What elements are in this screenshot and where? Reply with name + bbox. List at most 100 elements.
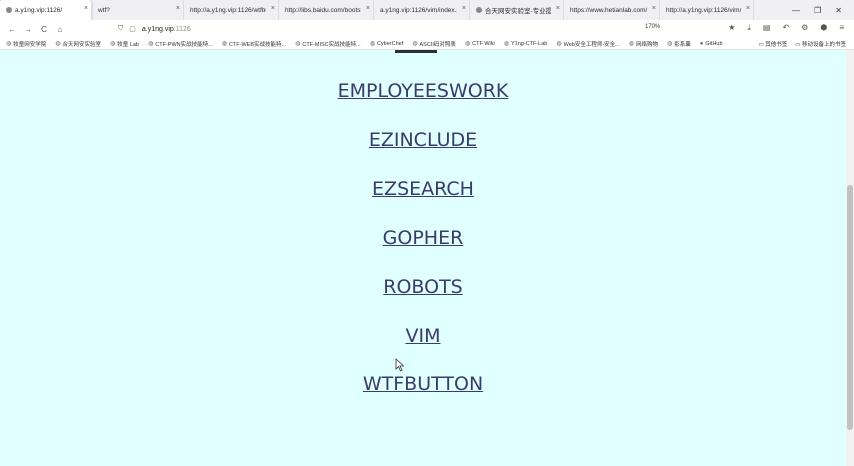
bookmark-item[interactable]: ◍ CTF-WEB实战技能特... <box>222 40 286 48</box>
globe-icon: ◍ <box>110 41 116 47</box>
bookmark-item[interactable]: ◍ CTF Wiki <box>464 40 495 48</box>
bookmark-label: 合天网安实验室 <box>62 41 102 48</box>
bookmark-label: GitHub <box>705 40 723 47</box>
bookmark-item[interactable]: ◍ ASCII码对照表 <box>412 40 456 48</box>
close-tab-icon[interactable]: × <box>366 5 370 12</box>
tab-0[interactable]: a.y1ng.vip:1126/ × <box>0 0 92 20</box>
bookmark-label: CyberChef <box>376 40 404 47</box>
restore-icon[interactable]: ❐ <box>814 6 821 15</box>
close-tab-icon[interactable]: × <box>652 5 656 12</box>
tab-label: wtf? <box>98 6 110 14</box>
close-tab-icon[interactable]: × <box>462 5 466 12</box>
close-tab-icon[interactable]: × <box>271 5 275 12</box>
globe-icon: ◍ <box>464 41 471 47</box>
close-tab-icon[interactable]: × <box>746 5 750 12</box>
globe-icon: ◍ <box>628 41 635 47</box>
link-gopher[interactable]: GOPHER <box>383 227 464 249</box>
download-icon[interactable]: ⤓ <box>747 23 751 33</box>
tab-5[interactable]: 合天网安实验室-专业提供网络 × <box>470 0 564 20</box>
globe-icon: ◍ <box>148 41 154 47</box>
mobile-bookmarks-label: 移动设备上的书签 <box>801 42 846 48</box>
bookmark-label: CTF Wiki <box>472 40 495 47</box>
reload-button[interactable]: C <box>36 25 52 34</box>
library-icon[interactable]: ▤ <box>763 23 771 33</box>
globe-icon: ◍ <box>556 41 562 47</box>
minimize-icon[interactable]: — <box>792 6 800 15</box>
close-tab-icon[interactable]: × <box>84 5 88 12</box>
github-icon: ● <box>699 40 704 47</box>
bookmark-label: 影系囊 <box>674 41 691 48</box>
scrollbar-thumb[interactable] <box>847 185 853 430</box>
link-wtfbutton[interactable]: WTFBUTTON <box>363 373 483 395</box>
bookmark-item[interactable]: ◍ Web安全工程师-安全... <box>556 40 619 48</box>
address-bar[interactable]: ⛉ ▢ a.y1ng.vip:1126 <box>118 22 638 36</box>
vertical-scrollbar[interactable] <box>846 50 854 466</box>
menu-icon[interactable]: ≡ <box>839 23 844 33</box>
tab-6[interactable]: https://www.hetianlab.com/ × <box>564 0 660 20</box>
bookmark-item[interactable]: ◍ 影系囊 <box>667 40 691 48</box>
favicon-icon <box>6 7 12 13</box>
tab-label: a.y1ng.vip:1126/vim/index.php <box>380 6 457 14</box>
globe-icon: ◍ <box>295 41 301 47</box>
bookmark-item[interactable]: ◍ 网络购物 <box>629 40 658 48</box>
bookmarks-right: ▭ 其他书签 ▭ 移动设备上的书签 <box>759 38 847 50</box>
bookmark-item[interactable]: ◍ 牧童 Lab <box>110 40 139 48</box>
other-bookmarks[interactable]: ▭ 其他书签 <box>759 40 788 48</box>
bookmark-label: CTF-MISC实战技能特... <box>302 41 361 48</box>
mobile-bookmarks[interactable]: ▭ 移动设备上的书签 <box>795 40 846 48</box>
navigation-bar: ← → C ⌂ ⛉ ▢ a.y1ng.vip:1126 170% ★ ⤓ ▤ ↶… <box>0 20 854 38</box>
tab-strip: a.y1ng.vip:1126/ × wtf? × http://a.y1ng.vi… <box>0 0 854 20</box>
bookmark-item[interactable]: ◍ 合天网安实验室 <box>55 40 101 48</box>
link-vim[interactable]: VIM <box>406 325 441 347</box>
tab-2[interactable]: http://a.y1ng.vip:1126/wtfbutton × <box>184 0 279 20</box>
list-item: EZSEARCH <box>0 178 846 200</box>
link-employeeswork[interactable]: EMPLOYEESWORK <box>338 80 509 102</box>
extension-icon[interactable]: ⬢ <box>820 23 827 33</box>
folder-icon: ▭ <box>795 42 802 48</box>
link-ezsearch[interactable]: EZSEARCH <box>372 178 474 200</box>
globe-icon: ◍ <box>412 41 418 47</box>
list-item: EMPLOYEESWORK <box>0 80 846 102</box>
globe-icon: ◍ <box>6 41 12 47</box>
bookmarks-bar: ◍ 牧童网安学院 ◍ 合天网安实验室 ◍ 牧童 Lab ◍ CTF-PWN实战技能特..… <box>0 38 854 50</box>
tab-7[interactable]: http://a.y1ng.vip:1126/vim/ × <box>660 0 754 20</box>
bookmark-item[interactable]: ◍ CTF-PWN实战技能特... <box>148 40 213 48</box>
tab-label: http://libs.baidu.com/bootstrap <box>285 6 361 14</box>
bookmark-label: 牧童 Lab <box>117 41 139 48</box>
bookmark-item[interactable]: ◍ CTF-MISC实战技能特... <box>295 40 361 48</box>
heading-underline <box>395 50 437 53</box>
link-robots[interactable]: ROBOTS <box>383 276 462 298</box>
tab-1[interactable]: wtf? × <box>92 0 184 20</box>
tab-label: 合天网安实验室-专业提供网络 <box>485 8 551 15</box>
zoom-level[interactable]: 170% <box>645 24 660 30</box>
bookmark-item[interactable]: ● GitHub <box>700 41 723 47</box>
link-ezinclude[interactable]: EZINCLUDE <box>369 129 477 151</box>
undo-icon[interactable]: ↶ <box>782 23 789 33</box>
globe-icon: ◍ <box>221 41 227 47</box>
bookmark-item[interactable]: ◍ Y1ng-CTF-Lab <box>503 40 548 48</box>
tab-label: http://a.y1ng.vip:1126/vim/ <box>666 6 741 14</box>
close-window-icon[interactable]: ✕ <box>835 6 842 15</box>
close-tab-icon[interactable]: × <box>176 5 180 12</box>
page-info-icon[interactable]: ▢ <box>129 25 136 33</box>
back-button[interactable]: ← <box>4 25 20 34</box>
url-host: a.y1ng.vip <box>141 25 174 33</box>
globe-icon: ◍ <box>503 41 509 47</box>
mouse-cursor-icon <box>395 358 405 372</box>
favicon-icon <box>476 7 482 13</box>
tab-3[interactable]: http://libs.baidu.com/bootstrap × <box>279 0 374 20</box>
bookmark-star-icon[interactable]: ★ <box>728 23 735 33</box>
bookmark-item[interactable]: ◍ CyberChef <box>369 40 404 48</box>
globe-icon: ◍ <box>369 41 375 47</box>
shield-icon: ⛉ <box>118 25 124 32</box>
close-tab-icon[interactable]: × <box>556 5 560 12</box>
url-port: :1126 <box>173 25 191 33</box>
bookmark-item[interactable]: ◍ 牧童网安学院 <box>6 40 46 48</box>
settings-icon[interactable]: ⚙ <box>801 23 808 33</box>
home-button[interactable]: ⌂ <box>52 25 68 34</box>
bookmark-label: CTF-WEB实战技能特... <box>228 41 287 48</box>
list-item: WTFBUTTON <box>0 373 846 395</box>
tab-4[interactable]: a.y1ng.vip:1126/vim/index.php × <box>374 0 470 20</box>
forward-button[interactable]: → <box>20 25 36 34</box>
bookmark-label: ASCII码对照表 <box>419 41 456 48</box>
